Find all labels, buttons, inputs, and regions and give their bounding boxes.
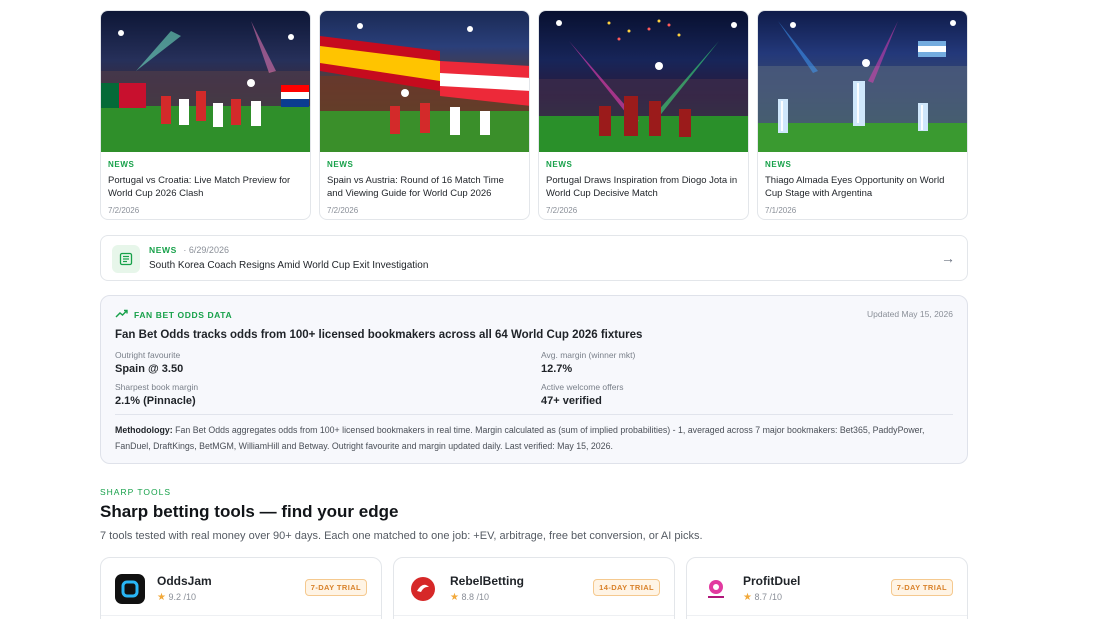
stat-value: Spain @ 3.50 bbox=[115, 363, 184, 375]
tool-card-rebelbetting[interactable]: RebelBetting ★ 8.8 /10 14-DAY TRIAL bbox=[393, 557, 675, 619]
news-card-title[interactable]: Spain vs Austria: Round of 16 Match Time… bbox=[327, 175, 522, 200]
rating-out-of: /10 bbox=[476, 592, 490, 602]
odds-panel-heading: Fan Bet Odds tracks odds from 100+ licen… bbox=[115, 329, 643, 341]
news-card[interactable]: NEWS Portugal Draws Inspiration from Dio… bbox=[538, 10, 749, 220]
stat-label: Sharpest book margin bbox=[115, 382, 199, 392]
news-card-date: 7/1/2026 bbox=[765, 206, 797, 215]
divider bbox=[101, 615, 381, 616]
rating-score: 8.7 bbox=[754, 592, 767, 602]
tool-rating: ★ 9.2 /10 bbox=[157, 592, 196, 603]
odds-data-panel: FAN BET ODDS DATA Updated May 15, 2026 F… bbox=[100, 295, 968, 464]
news-card[interactable]: NEWS Spain vs Austria: Round of 16 Match… bbox=[319, 10, 530, 220]
rating-score: 9.2 bbox=[168, 592, 181, 602]
news-card[interactable]: NEWS Portugal vs Croatia: Live Match Pre… bbox=[100, 10, 311, 220]
tool-name[interactable]: OddsJam bbox=[157, 574, 212, 588]
news-list-tag: NEWS bbox=[149, 245, 177, 255]
news-card-title[interactable]: Portugal vs Croatia: Live Match Preview … bbox=[108, 175, 303, 200]
arrow-right-icon[interactable]: → bbox=[941, 250, 955, 266]
divider bbox=[115, 414, 953, 415]
news-card-date: 7/2/2026 bbox=[108, 206, 140, 215]
odds-panel-label: FAN BET ODDS DATA bbox=[115, 309, 232, 320]
methodology-body: Fan Bet Odds aggregates odds from 100+ l… bbox=[115, 425, 925, 451]
news-card-tag: NEWS bbox=[327, 160, 354, 169]
rating-out-of: /10 bbox=[183, 592, 197, 602]
news-card-image bbox=[101, 11, 310, 152]
tool-card-oddsjam[interactable]: OddsJam ★ 9.2 /10 7-DAY TRIAL bbox=[100, 557, 382, 619]
stat-label: Avg. margin (winner mkt) bbox=[541, 350, 636, 360]
odds-panel-updated: Updated May 15, 2026 bbox=[866, 309, 953, 319]
methodology-label: Methodology: bbox=[115, 425, 173, 435]
stat-sharpest-margin: Sharpest book margin 2.1% (Pinnacle) bbox=[115, 382, 198, 407]
star-icon: ★ bbox=[450, 592, 459, 603]
trial-badge: 14-DAY TRIAL bbox=[593, 579, 660, 596]
news-card-title[interactable]: Portugal Draws Inspiration from Diogo Jo… bbox=[546, 175, 741, 200]
stat-label: Outright favourite bbox=[115, 350, 181, 360]
tool-name[interactable]: RebelBetting bbox=[450, 574, 524, 588]
tool-card-grid: OddsJam ★ 9.2 /10 7-DAY TRIAL RebelBetti… bbox=[100, 557, 968, 619]
trial-badge: 7-DAY TRIAL bbox=[890, 579, 953, 596]
tool-card-profitduel[interactable]: ProfitDuel ★ 8.7 /10 7-DAY TRIAL bbox=[686, 557, 968, 619]
news-list-headline[interactable]: South Korea Coach Resigns Amid World Cup… bbox=[149, 260, 428, 271]
news-list-meta: NEWS · 6/29/2026 bbox=[149, 245, 229, 255]
news-card-image bbox=[539, 11, 748, 152]
rating-score: 8.8 bbox=[461, 592, 474, 602]
rebelbetting-logo-icon bbox=[408, 574, 438, 604]
stat-outright-favourite: Outright favourite Spain @ 3.50 bbox=[115, 350, 183, 375]
stat-value: 12.7% bbox=[541, 363, 573, 375]
divider bbox=[394, 615, 674, 616]
profitduel-logo-icon bbox=[701, 574, 731, 604]
newspaper-icon bbox=[112, 245, 140, 273]
star-icon: ★ bbox=[743, 592, 752, 603]
tool-rating: ★ 8.7 /10 bbox=[743, 592, 782, 603]
stat-label: Active welcome offers bbox=[541, 382, 624, 392]
stat-value: 2.1% (Pinnacle) bbox=[115, 395, 196, 407]
divider bbox=[687, 615, 967, 616]
methodology-text: Methodology: Fan Bet Odds aggregates odd… bbox=[115, 423, 953, 454]
news-card-grid: NEWS Portugal vs Croatia: Live Match Pre… bbox=[100, 10, 968, 220]
tool-name[interactable]: ProfitDuel bbox=[743, 574, 800, 588]
stat-welcome-offers: Active welcome offers 47+ verified bbox=[541, 382, 624, 407]
news-list-item[interactable]: NEWS · 6/29/2026 South Korea Coach Resig… bbox=[100, 235, 968, 281]
news-card-image bbox=[320, 11, 529, 152]
news-card[interactable]: NEWS Thiago Almada Eyes Opportunity on W… bbox=[757, 10, 968, 220]
trial-badge: 7-DAY TRIAL bbox=[304, 579, 367, 596]
news-card-date: 7/2/2026 bbox=[546, 206, 578, 215]
news-list-date: · 6/29/2026 bbox=[183, 245, 229, 255]
news-card-tag: NEWS bbox=[765, 160, 792, 169]
news-card-image bbox=[758, 11, 967, 152]
news-card-date: 7/2/2026 bbox=[327, 206, 359, 215]
odds-panel-label-text: FAN BET ODDS DATA bbox=[134, 309, 233, 320]
rating-out-of: /10 bbox=[769, 592, 783, 602]
trending-up-icon bbox=[115, 309, 128, 320]
news-card-title[interactable]: Thiago Almada Eyes Opportunity on World … bbox=[765, 175, 960, 200]
section-title: Sharp betting tools — find your edge bbox=[100, 502, 399, 521]
oddsjam-logo-icon bbox=[115, 574, 145, 604]
news-card-tag: NEWS bbox=[108, 160, 135, 169]
section-eyebrow: SHARP TOOLS bbox=[100, 487, 171, 497]
news-card-tag: NEWS bbox=[546, 160, 573, 169]
tool-rating: ★ 8.8 /10 bbox=[450, 592, 489, 603]
section-subtitle: 7 tools tested with real money over 90+ … bbox=[100, 530, 703, 542]
stat-avg-margin: Avg. margin (winner mkt) 12.7% bbox=[541, 350, 635, 375]
stat-value: 47+ verified bbox=[541, 395, 602, 407]
star-icon: ★ bbox=[157, 592, 166, 603]
